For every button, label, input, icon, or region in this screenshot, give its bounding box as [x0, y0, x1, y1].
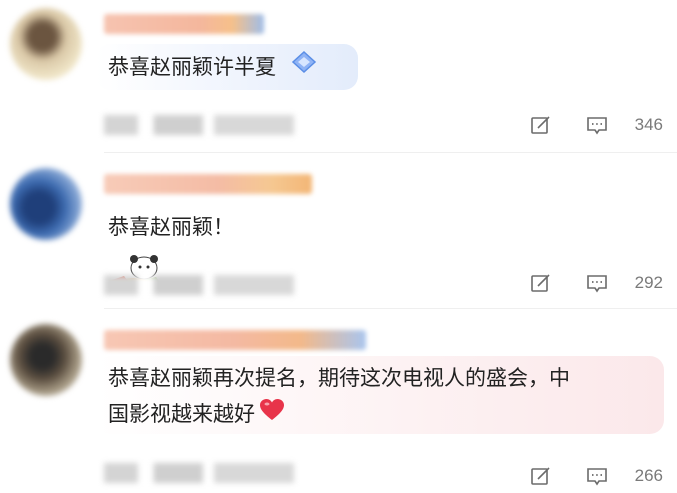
avatar[interactable]	[10, 8, 82, 80]
divider	[104, 308, 677, 309]
reply-button[interactable]	[569, 461, 625, 491]
heart-icon	[259, 397, 285, 433]
edit-icon	[530, 467, 550, 485]
edit-button[interactable]	[513, 110, 569, 140]
like-button[interactable]: 346	[629, 115, 663, 135]
username[interactable]	[104, 174, 312, 194]
username[interactable]	[104, 14, 264, 34]
comment-1: 恭喜赵丽颖许半夏 346	[0, 0, 677, 153]
comment-text: 恭喜赵丽颖再次提名，期待这次电视人的盛会，中 国影视越来越好	[96, 356, 664, 434]
like-button[interactable]: 266	[629, 466, 663, 486]
comment-meta	[104, 115, 294, 135]
comment-icon	[586, 117, 607, 135]
comment-actions: 266	[513, 461, 663, 491]
comment-icon	[586, 275, 607, 293]
comment-icon	[586, 468, 607, 486]
like-count: 266	[634, 466, 663, 485]
divider	[104, 152, 677, 153]
edit-icon	[530, 116, 550, 134]
like-count: 346	[634, 115, 663, 134]
reply-button[interactable]	[569, 268, 625, 298]
comment-actions: 346	[513, 110, 663, 140]
comment-meta	[104, 463, 294, 483]
avatar[interactable]	[10, 324, 82, 396]
edit-button[interactable]	[513, 461, 569, 491]
comment-actions: 292	[513, 268, 663, 298]
comment-3: 恭喜赵丽颖再次提名，期待这次电视人的盛会，中 国影视越来越好 266	[0, 318, 677, 493]
comment-meta	[104, 275, 294, 295]
reply-button[interactable]	[569, 110, 625, 140]
comment-text: 恭喜赵丽颖许半夏	[96, 44, 358, 90]
avatar[interactable]	[10, 168, 82, 240]
comment-text: 恭喜赵丽颖！	[96, 204, 312, 285]
comment-2: 恭喜赵丽颖！ 292	[0, 160, 677, 310]
edit-icon	[530, 274, 550, 292]
username[interactable]	[104, 330, 366, 350]
like-count: 292	[634, 273, 663, 292]
like-button[interactable]: 292	[629, 273, 663, 293]
diamond-sticker-icon	[289, 45, 319, 91]
edit-button[interactable]	[513, 268, 569, 298]
